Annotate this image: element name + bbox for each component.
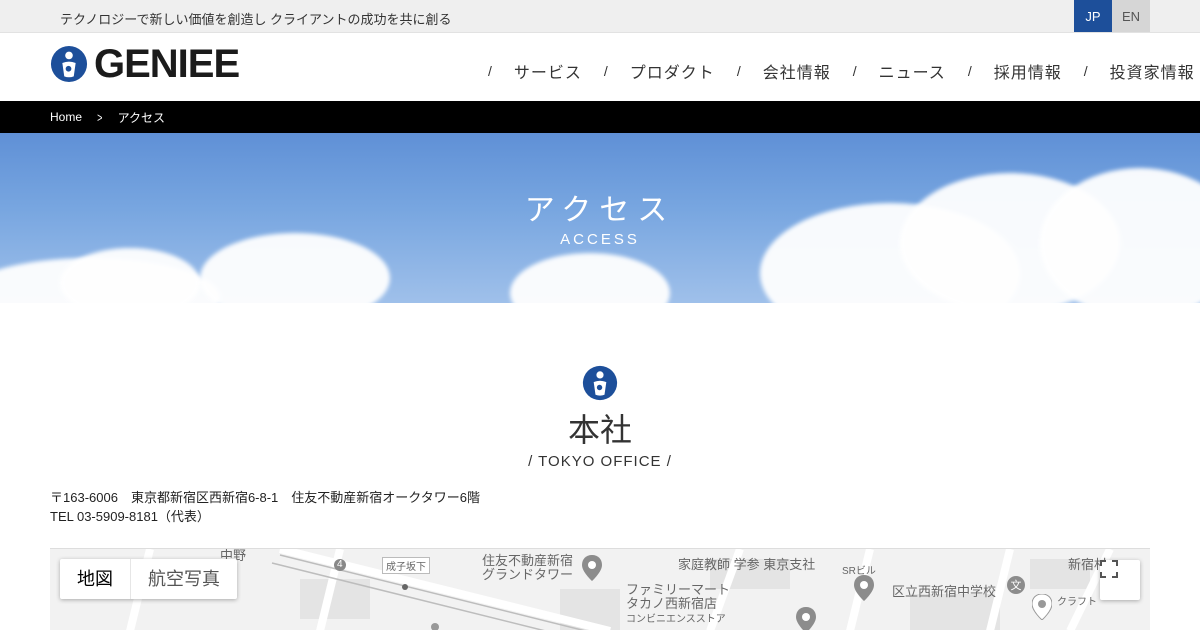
map-label-katei: 家庭教師 学参 東京支社 <box>678 557 816 572</box>
cloud-decoration <box>510 253 670 303</box>
map-tab-satellite[interactable]: 航空写真 <box>130 559 237 599</box>
nav-label: 投資家情報 <box>1109 65 1195 82</box>
tagline: テクノロジーで新しい価値を創造し クライアントの成功を共に創る <box>60 12 452 27</box>
map-label-line: タカノ西新宿店 <box>626 596 718 611</box>
map-tab-map[interactable]: 地図 <box>60 559 130 599</box>
page-title: アクセス <box>524 194 676 227</box>
nav-separator: / <box>488 63 492 79</box>
site-logo[interactable]: GENIEE <box>50 42 240 86</box>
nav-label: サービス <box>513 65 582 82</box>
breadcrumb: Home > アクセス <box>0 101 1200 133</box>
nav-label: 会社情報 <box>762 65 831 82</box>
top-bar: テクノロジーで新しい価値を創造し クライアントの成功を共に創る JP EN <box>0 0 1200 33</box>
nav-separator: / <box>852 63 857 79</box>
map-label-line: コンビニエンスストア <box>626 614 726 625</box>
breadcrumb-home-link[interactable]: Home <box>50 110 82 124</box>
nav-item-news[interactable]: / ニュース <box>853 59 968 83</box>
nav-separator: / <box>603 63 608 79</box>
logo-text: GENIEE <box>94 42 240 86</box>
fullscreen-button[interactable] <box>1100 560 1140 600</box>
main-nav: / サービス / プロダクト / 会社情報 / ニュース / 採用情報 / 投資… <box>480 59 1195 83</box>
map-label-familymart: ファミリーマート タカノ西新宿店 コンビニエンスストア <box>626 583 730 627</box>
map-label-line: 住友不動産新宿 <box>482 553 574 568</box>
map-pin-icon[interactable] <box>796 607 816 630</box>
map-label-craft: クラフト <box>1057 597 1097 608</box>
map-label-line: グランドタワー <box>482 567 574 582</box>
map-label-naruko: 成子坂下 <box>382 557 430 574</box>
map-pin-icon[interactable] <box>1032 594 1052 620</box>
fullscreen-icon <box>1100 560 1118 578</box>
cloud-decoration <box>60 248 200 303</box>
office-address-block: 〒163-6006 東京都新宿区西新宿6-8-1 住友不動産新宿オークタワー6階… <box>50 488 480 526</box>
svg-text:文: 文 <box>1011 578 1022 592</box>
geniee-mark-icon <box>582 365 618 401</box>
map-pin-icon[interactable] <box>582 555 602 581</box>
office-subtitle: / TOKYO OFFICE / <box>528 453 672 470</box>
site-header: GENIEE / サービス / プロダクト / 会社情報 / ニュース / 採用… <box>0 33 1200 101</box>
page-subtitle: ACCESS <box>560 231 640 248</box>
nav-separator: / <box>1083 63 1088 79</box>
office-tel: TEL 03-5909-8181（代表） <box>50 509 210 524</box>
nav-label: 採用情報 <box>993 65 1062 82</box>
nav-item-ir[interactable]: / 投資家情報 <box>1084 59 1195 83</box>
office-title: 本社 <box>567 412 632 448</box>
map-type-toggle: 地図 航空写真 <box>60 559 237 599</box>
map-label-line: ファミリーマート <box>626 582 731 597</box>
nav-separator: / <box>967 63 972 79</box>
nav-item-products[interactable]: / プロダクト <box>604 59 737 83</box>
hero-banner: アクセス ACCESS <box>0 133 1200 303</box>
map-label-school: 区立西新宿中学校 <box>892 584 997 599</box>
map-label-route: 4 <box>337 559 343 570</box>
school-icon[interactable]: 文 <box>1006 575 1026 595</box>
breadcrumb-current: アクセス <box>117 110 166 125</box>
nav-item-recruit[interactable]: / 採用情報 <box>968 59 1084 83</box>
chevron-right-icon: > <box>97 109 103 125</box>
nav-item-services[interactable]: / サービス <box>480 59 604 83</box>
geniee-logo-icon <box>50 45 88 83</box>
nav-item-company[interactable]: / 会社情報 <box>737 59 853 83</box>
nav-label: プロダクト <box>629 65 715 82</box>
nav-label: ニュース <box>878 65 946 82</box>
lang-jp-button[interactable]: JP <box>1074 0 1112 32</box>
map-label-sumitomo: 住友不動産新宿 グランドタワー <box>482 554 573 582</box>
office-address: 〒163-6006 東京都新宿区西新宿6-8-1 住友不動産新宿オークタワー6階 <box>50 490 480 505</box>
nav-separator: / <box>736 63 741 79</box>
google-map[interactable]: 4 成子坂下 住友不動産新宿 グランドタワー 家庭教師 学参 東京支社 ファミリ… <box>50 548 1150 630</box>
map-pin-icon[interactable] <box>854 575 874 601</box>
lang-en-button[interactable]: EN <box>1112 0 1150 32</box>
